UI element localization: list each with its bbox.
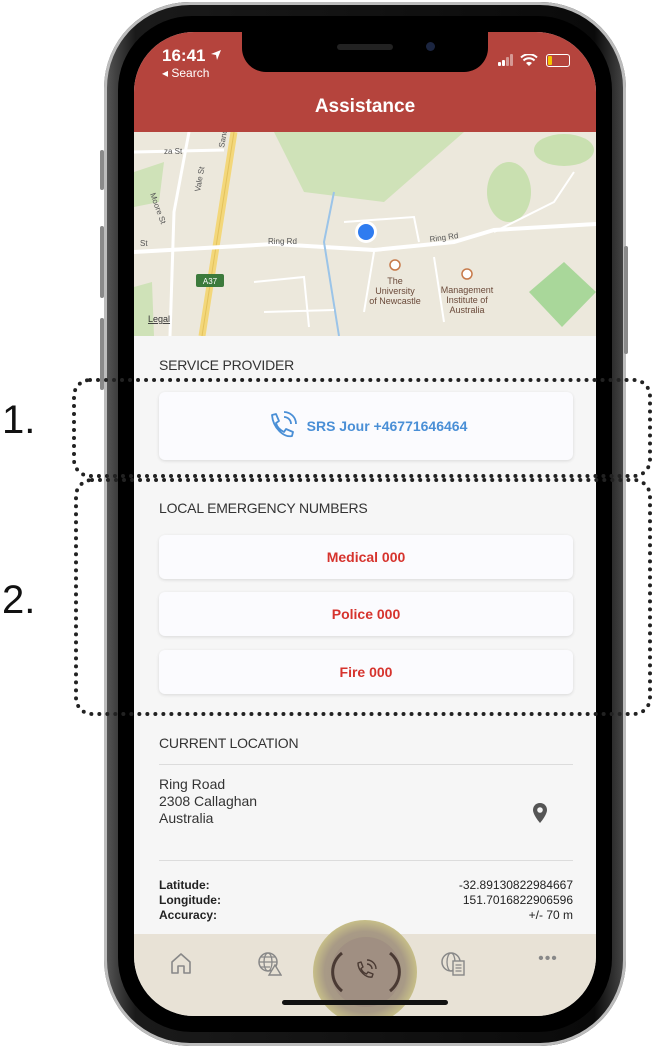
page-title: Assistance [314, 96, 416, 117]
poi-label: of Newcastle [369, 296, 421, 306]
status-time: 16:41 [162, 46, 222, 66]
poi-label: The [387, 276, 403, 286]
map-park-area [534, 134, 594, 166]
section-divider [159, 764, 573, 765]
university-poi-icon[interactable] [389, 259, 401, 271]
back-to-search-link[interactable]: ◂ Search [162, 66, 209, 80]
longitude-value: 151.7016822906596 [462, 893, 573, 907]
coordinate-row: Latitude: -32.89130822984667 [159, 878, 573, 893]
status-icons [498, 54, 578, 68]
annotation-label-1: 1. [2, 398, 36, 442]
map-street-label: Ring Rd [268, 237, 297, 246]
current-location-label: CURRENT LOCATION [159, 735, 299, 751]
more-menu-icon[interactable]: ••• [528, 950, 568, 976]
address-line: Australia [159, 810, 214, 826]
annotation-box-emergency-numbers [74, 478, 652, 716]
volume-up-button [100, 226, 104, 298]
poi-label: University [375, 286, 415, 296]
annotation-box-service-provider [72, 378, 652, 478]
call-assistance-icon [331, 951, 401, 993]
poi-label: Institute of [446, 295, 488, 305]
user-location-dot [358, 224, 374, 240]
phone-notch [242, 32, 488, 72]
latitude-label: Latitude: [159, 878, 210, 892]
poi-label: Management [441, 285, 494, 295]
coordinate-row: Longitude: 151.7016822906596 [159, 893, 573, 908]
battery-icon [546, 54, 570, 67]
accuracy-label: Accuracy: [159, 908, 218, 922]
home-indicator [282, 1000, 448, 1005]
longitude-label: Longitude: [159, 893, 221, 907]
globe-document-icon[interactable] [440, 950, 466, 976]
location-arrow-icon [211, 50, 222, 60]
map-legal-link[interactable]: Legal [148, 314, 170, 324]
signal-icon [498, 54, 518, 66]
map-street-label: za St [164, 147, 183, 156]
map-park-area [487, 162, 531, 222]
address-line: Ring Road [159, 776, 226, 792]
silent-switch [100, 150, 104, 190]
institute-poi-icon[interactable] [461, 268, 473, 280]
map-park-area [134, 282, 154, 336]
location-map[interactable]: za St Sandg Vale St Moore St St Ring Rd … [134, 132, 596, 336]
coordinates-list: Latitude: -32.89130822984667 Longitude: 15… [159, 878, 573, 923]
service-provider-label: SERVICE PROVIDER [159, 357, 295, 373]
assistance-call-tab[interactable] [331, 937, 401, 1007]
annotation-label-2: 2. [2, 578, 36, 622]
current-address: Ring Road 2308 Callaghan Australia [159, 776, 257, 827]
map-street-label: St [140, 239, 148, 248]
latitude-value: -32.89130822984667 [458, 878, 573, 892]
route-badge-label: A37 [203, 277, 218, 286]
home-icon[interactable] [168, 950, 194, 976]
globe-warning-icon[interactable] [256, 950, 282, 976]
map-pin-icon[interactable] [532, 802, 548, 824]
poi-label: Australia [449, 305, 484, 315]
power-button [624, 246, 628, 354]
address-line: 2308 Callaghan [159, 793, 258, 809]
section-divider [159, 860, 573, 861]
accuracy-value: +/- 70 m [528, 908, 573, 922]
wifi-icon [520, 54, 538, 66]
